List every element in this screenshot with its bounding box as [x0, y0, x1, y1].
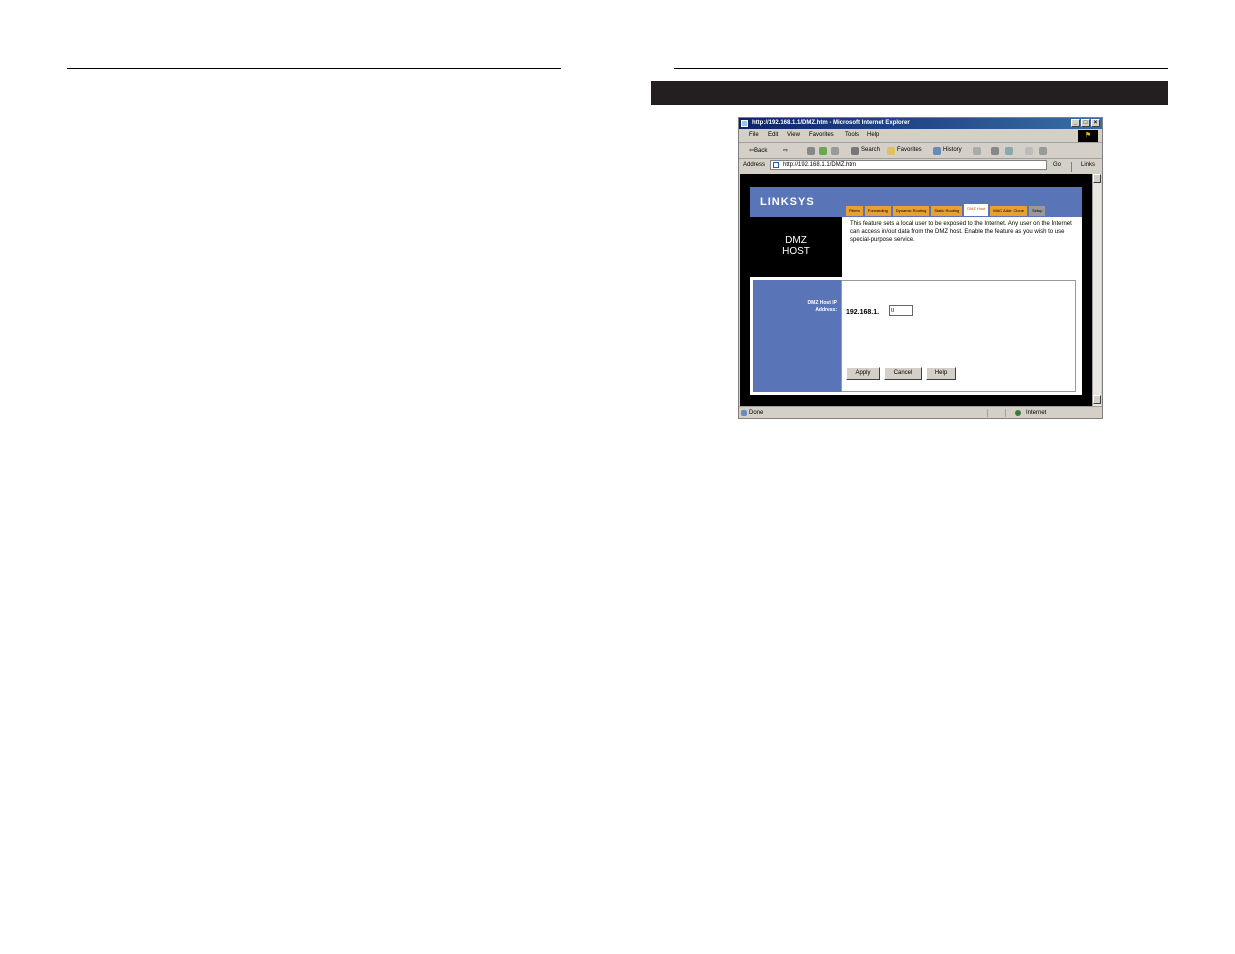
ie-icon [741, 120, 748, 127]
favorites-button[interactable]: Favorites [897, 147, 922, 153]
page-content: LINKSYS Filters Forwarding Dynamic Routi… [740, 174, 1092, 406]
form-field-column: 192.168.1. Apply Cancel Help [841, 280, 1076, 392]
history-icon [933, 147, 941, 155]
browser-window: http://192.168.1.1/DMZ.htm - Microsoft I… [738, 117, 1103, 419]
dmz-ip-input[interactable] [889, 305, 913, 316]
linksys-header: LINKSYS Filters Forwarding Dynamic Routi… [750, 187, 1082, 217]
messenger-icon[interactable] [1039, 147, 1047, 155]
menu-file[interactable]: File [749, 132, 759, 138]
cancel-button[interactable]: Cancel [884, 367, 922, 380]
history-button[interactable]: History [943, 147, 962, 153]
internet-zone-icon [1015, 410, 1021, 416]
window-title: http://192.168.1.1/DMZ.htm - Microsoft I… [752, 120, 910, 126]
search-button[interactable]: Search [861, 147, 880, 153]
address-bar: Address http://192.168.1.1/DMZ.htm Go Li… [739, 159, 1102, 172]
right-page-rule [674, 68, 1168, 69]
scroll-up-icon[interactable] [1093, 174, 1101, 183]
scroll-down-icon[interactable] [1093, 395, 1101, 404]
links-button[interactable]: Links [1081, 162, 1095, 168]
windows-logo-icon: ⚑ [1078, 130, 1098, 142]
tab-dynamic-routing[interactable]: Dynamic Routing [892, 206, 930, 216]
address-value: http://192.168.1.1/DMZ.htm [783, 162, 857, 168]
linksys-logo: LINKSYS [760, 196, 815, 208]
title-bar[interactable]: http://192.168.1.1/DMZ.htm - Microsoft I… [739, 118, 1102, 129]
tab-dmz-host[interactable]: DMZ Host [964, 204, 989, 216]
status-divider [1005, 409, 1006, 417]
help-button[interactable]: Help [926, 367, 956, 380]
status-bar: Done Internet [739, 406, 1102, 418]
search-icon [851, 147, 859, 155]
address-input[interactable]: http://192.168.1.1/DMZ.htm [770, 160, 1079, 172]
stop-icon[interactable] [807, 147, 815, 155]
discuss-icon[interactable] [1025, 147, 1033, 155]
mail-icon[interactable] [973, 147, 981, 155]
section-header-bar [651, 81, 1168, 105]
page-done-icon [741, 410, 747, 416]
dmz-form: DMZ Host IP Address: 192.168.1. Apply Ca… [750, 277, 1082, 395]
refresh-icon[interactable] [819, 147, 827, 155]
status-divider [987, 409, 988, 417]
zone-text: Internet [1026, 410, 1047, 416]
address-label: Address [743, 162, 766, 168]
tab-filters[interactable]: Filters [846, 206, 863, 216]
toolbar: ⇦Back ⇨ Search Favorites History [739, 144, 1102, 159]
tab-mac-addr-clone[interactable]: MAC Addr. Clone [990, 206, 1027, 216]
menu-help[interactable]: Help [867, 132, 879, 138]
form-label-column: DMZ Host IP Address: [753, 280, 841, 392]
close-button[interactable]: × [1091, 119, 1100, 127]
left-page-rule [67, 68, 561, 69]
menu-tools[interactable]: Tools [845, 132, 859, 138]
menu-favorites[interactable]: Favorites [809, 132, 834, 138]
back-button[interactable]: ⇦Back [749, 147, 767, 154]
status-text: Done [749, 410, 764, 416]
menu-edit[interactable]: Edit [768, 132, 778, 138]
tab-static-routing[interactable]: Static Routing [931, 206, 963, 216]
minimize-button[interactable]: _ [1071, 119, 1080, 127]
menu-bar: File Edit View Favorites Tools Help [739, 130, 1102, 143]
tab-setup[interactable]: Setup [1028, 206, 1046, 216]
forward-button[interactable]: ⇨ [783, 147, 788, 154]
favorites-icon [887, 147, 895, 155]
section-title: DMZ HOST [782, 235, 810, 257]
address-dropdown-icon[interactable] [1071, 162, 1079, 172]
tab-forwarding[interactable]: Forwarding [864, 206, 891, 216]
apply-button[interactable]: Apply [846, 367, 880, 380]
maximize-button[interactable]: □ [1081, 119, 1090, 127]
page-icon [773, 162, 779, 168]
feature-description: This feature sets a local user to be exp… [842, 217, 1082, 277]
go-button[interactable]: Go [1053, 162, 1061, 168]
menu-view[interactable]: View [787, 132, 800, 138]
print-icon[interactable] [991, 147, 999, 155]
dmz-ip-label: DMZ Host IP Address: [807, 300, 837, 313]
ip-prefix: 192.168.1. [846, 309, 880, 316]
section-title-panel: DMZ HOST [750, 217, 842, 277]
vertical-scrollbar[interactable] [1092, 174, 1101, 406]
router-tabs: Filters Forwarding Dynamic Routing Stati… [846, 204, 1046, 216]
edit-icon[interactable] [1005, 147, 1013, 155]
home-icon[interactable] [831, 147, 839, 155]
